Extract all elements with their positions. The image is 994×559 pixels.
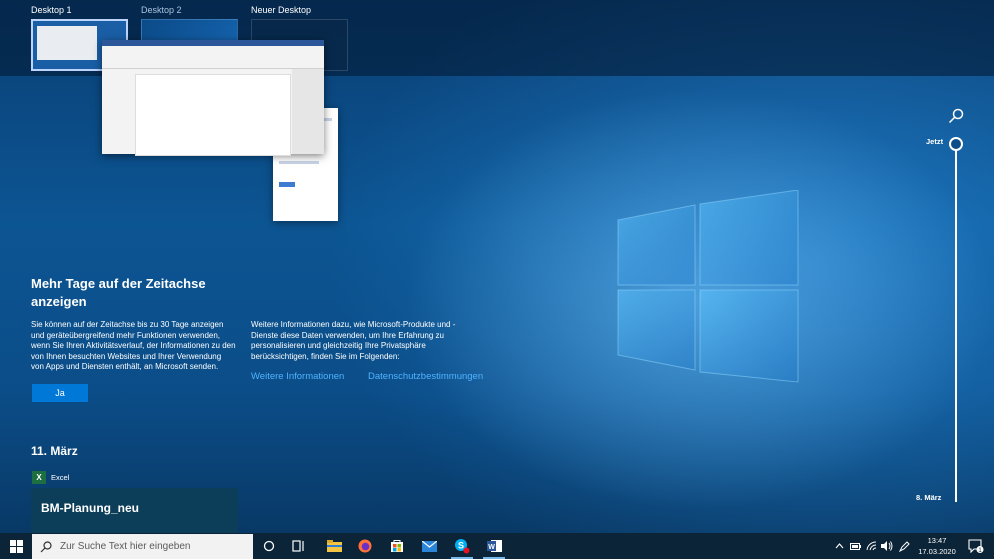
firefox-icon [358, 539, 372, 553]
prompt-description: Sie können auf der Zeitachse bis zu 30 T… [31, 320, 236, 371]
activity-app-row: X Excel [32, 470, 69, 484]
desktop-label: Desktop 1 [31, 5, 72, 15]
file-explorer-icon [326, 540, 342, 552]
svg-text:W: W [488, 544, 495, 551]
battery-button[interactable] [848, 533, 862, 559]
more-info-link[interactable]: Weitere Informationen [251, 371, 344, 382]
word-button[interactable]: W [479, 533, 509, 559]
word-document-page [135, 74, 291, 156]
desktop-label: Neuer Desktop [251, 5, 312, 15]
store-button[interactable] [382, 533, 412, 559]
settings-row [279, 161, 319, 164]
day-heading: 11. März [31, 444, 78, 458]
mail-icon [421, 540, 437, 552]
notification-icon: 1 [968, 539, 984, 553]
volume-button[interactable] [880, 533, 894, 559]
chevron-up-icon [835, 543, 843, 549]
settings-button [279, 182, 295, 187]
taskbar-search-box[interactable]: Zur Suche Text hier eingeben [32, 534, 253, 559]
pen-workspace-button[interactable] [897, 533, 911, 559]
search-placeholder: Zur Suche Text hier eingeben [60, 541, 191, 552]
firefox-button[interactable] [350, 533, 380, 559]
show-hidden-icons-button[interactable] [832, 533, 846, 559]
windows-start-icon [9, 539, 23, 553]
prompt-title: Mehr Tage auf der Zeitachse anzeigen [31, 276, 206, 309]
excel-icon: X [32, 470, 46, 484]
word-side-pane [292, 69, 324, 154]
app-name: Excel [51, 472, 70, 482]
timeline-now-label: Jetzt [926, 137, 944, 146]
yes-button[interactable]: Ja [32, 384, 88, 402]
network-button[interactable] [864, 533, 878, 559]
privacy-link[interactable]: Datenschutzbestimmungen [368, 371, 483, 382]
mail-button[interactable] [414, 533, 444, 559]
windows-logo-background [617, 190, 799, 383]
prompt-info-text: Weitere Informationen dazu, wie Microsof… [251, 320, 456, 361]
pen-icon [898, 540, 910, 552]
timeline-handle[interactable] [949, 137, 963, 151]
file-explorer-button[interactable] [319, 533, 349, 559]
activity-card[interactable]: BM-Planung_neu [31, 488, 238, 533]
timeline-track[interactable] [955, 147, 957, 502]
store-icon [391, 540, 403, 552]
start-button[interactable] [0, 533, 32, 559]
clock-time: 13:47 [927, 536, 947, 545]
word-icon: W [486, 540, 502, 552]
word-ribbon [102, 46, 324, 69]
svg-text:S: S [458, 541, 464, 551]
taskbar: Zur Suche Text hier eingeben S W 13:47 1… [0, 533, 994, 559]
volume-icon [881, 541, 893, 551]
battery-icon [849, 542, 861, 550]
clock-date: 17.03.2020 [918, 547, 956, 556]
task-view-button[interactable] [284, 533, 314, 559]
search-icon [40, 540, 52, 552]
activity-title: BM-Planung_neu [41, 501, 139, 515]
skype-button[interactable]: S [447, 533, 477, 559]
cortana-icon [263, 540, 275, 552]
desktop-label: Desktop 2 [141, 5, 182, 15]
clock[interactable]: 13:47 17.03.2020 [912, 535, 962, 557]
skype-icon: S [455, 539, 470, 554]
search-icon[interactable] [948, 108, 964, 124]
task-view-icon [292, 540, 304, 552]
cortana-button[interactable] [254, 533, 284, 559]
timeline-end-label: 8. März [916, 493, 942, 502]
word-window-thumbnail[interactable] [102, 40, 324, 156]
action-center-button[interactable]: 1 [964, 533, 988, 559]
wifi-icon [866, 541, 876, 551]
